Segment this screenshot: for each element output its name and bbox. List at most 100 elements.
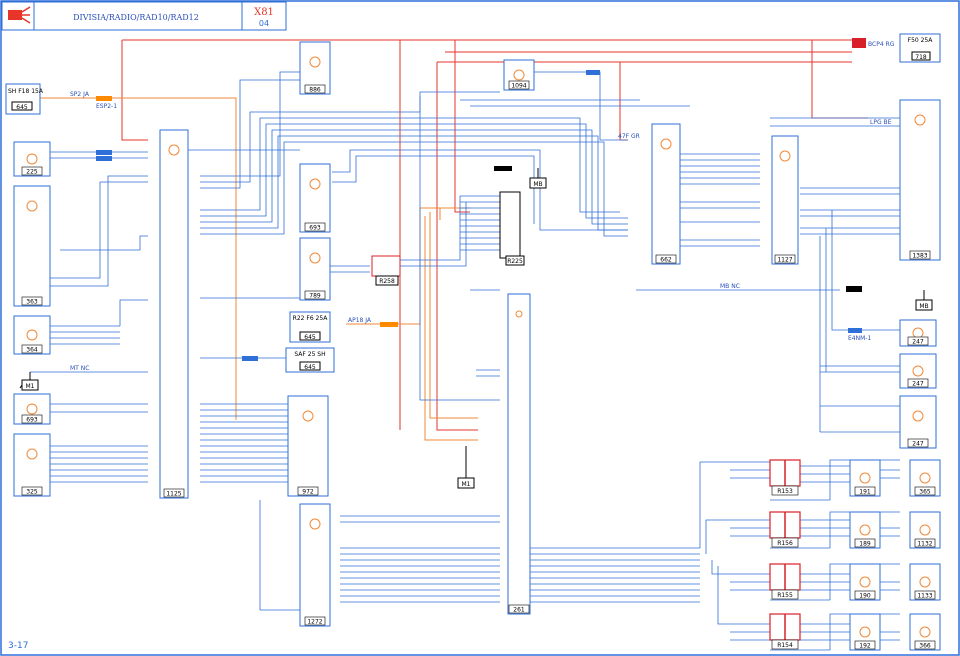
orange-connector-top [96, 96, 112, 101]
svg-text:SAF 25 SH: SAF 25 SH [294, 351, 325, 358]
component-247: 247 [899, 395, 937, 449]
component-363: 363 [13, 185, 51, 307]
component-1125: 1125 [159, 129, 189, 499]
diagram-frame [0, 0, 960, 656]
blue-connector-3 [242, 356, 258, 361]
svg-text:645: 645 [304, 364, 316, 371]
component-number: 247 [912, 441, 924, 448]
red-connector-block [852, 38, 866, 48]
component-1133: 1133 [909, 563, 941, 601]
component-number: 693 [309, 225, 321, 232]
black-connector-2 [846, 286, 862, 292]
component-365: 365 [909, 459, 941, 497]
component-190: 190 [849, 563, 881, 601]
wire-label-47f: 47F GR [618, 133, 640, 140]
svg-text:R22 F6 25A: R22 F6 25A [293, 315, 329, 322]
svg-text:R258: R258 [379, 278, 395, 285]
svg-text:MB: MB [533, 181, 542, 188]
component-261: 261 [507, 293, 531, 615]
connector-label: R155 [777, 592, 793, 599]
component-1132: 1132 [909, 511, 941, 549]
component-number: 247 [912, 381, 924, 388]
component-number: 364 [26, 347, 38, 354]
component-number: 192 [859, 643, 871, 650]
svg-text:M1: M1 [26, 383, 35, 390]
wire-label-mb: MB NC [720, 283, 740, 290]
component-number: 662 [660, 257, 672, 264]
component-366: 366 [909, 613, 941, 651]
wire-label-lpg: LPG BE [870, 119, 892, 126]
component-number: 366 [919, 643, 931, 650]
svg-text:SH F18 15A: SH F18 15A [8, 88, 44, 95]
component-number: 972 [302, 489, 314, 496]
svg-text:718: 718 [915, 54, 927, 61]
component-1383: 1383 [899, 99, 941, 261]
component-693: 693 [299, 163, 331, 233]
svg-text:645: 645 [304, 334, 316, 341]
svg-text:R225: R225 [507, 258, 523, 265]
diagram-revision: 04 [259, 19, 269, 28]
fuse-718: F50 25A 718 [899, 33, 941, 63]
diagram-code: X81 [254, 7, 274, 18]
component-number: 247 [912, 339, 924, 346]
connector-label: R154 [777, 642, 793, 649]
component-number: 190 [859, 593, 871, 600]
component-1094: 1094 [503, 59, 535, 91]
component-225: 225 [13, 141, 51, 177]
connector-r156: R156 [769, 511, 801, 548]
connector-r153: R153 [769, 459, 801, 496]
fuse-645-top: SH F18 15A 645 [5, 83, 44, 115]
component-1272: 1272 [299, 503, 331, 627]
component-192: 192 [849, 613, 881, 651]
component-number: 693 [26, 417, 38, 424]
blue-connector-5 [848, 328, 862, 333]
black-connector-1 [494, 166, 512, 171]
wire-label-ap18: AP18 JA [348, 317, 372, 324]
component-number: 1125 [166, 491, 181, 498]
svg-text:M1: M1 [462, 481, 471, 488]
component-789: 789 [299, 237, 331, 301]
component-886: 886 [299, 41, 331, 95]
svg-text:645: 645 [16, 104, 28, 111]
wire-label-mt: MT NC [70, 365, 89, 372]
component-number: 1132 [917, 541, 932, 548]
component-364: 364 [13, 315, 51, 355]
component-1127: 1127 [771, 135, 799, 265]
connector-r258: R258 [371, 255, 401, 286]
component-number: 189 [859, 541, 871, 548]
blue-connector-2 [96, 156, 112, 161]
wire-label-ep2: ESP2-1 [96, 103, 117, 110]
fuse-645-bottom: SAF 25 SH 645 [285, 347, 335, 373]
component-247: 247 [899, 319, 937, 347]
component-number: 1272 [307, 619, 322, 626]
component-189: 189 [849, 511, 881, 549]
connector-r225: R225 [499, 191, 525, 266]
component-191: 191 [849, 459, 881, 497]
connector-r154: R154 [769, 613, 801, 650]
component-number: 363 [26, 299, 38, 306]
component-number: 225 [26, 169, 38, 176]
blue-connector-4 [586, 70, 600, 75]
wire-label-bcp4: BCP4 RG [868, 41, 895, 48]
component-number: 191 [859, 489, 871, 496]
svg-text:MB: MB [919, 303, 928, 310]
connector-label: R153 [777, 488, 793, 495]
component-number: 325 [26, 489, 38, 496]
component-number: 261 [513, 607, 525, 614]
component-662: 662 [651, 123, 681, 265]
fuse-645-mid: R22 F6 25A 645 [289, 311, 331, 343]
component-number: 886 [309, 87, 321, 94]
component-number: 789 [309, 293, 321, 300]
page-reference: 3-17 [8, 641, 28, 651]
diagram-title: DIVISIA/RADIO/RAD10/RAD12 [73, 13, 199, 22]
component-693: 693 [13, 393, 51, 425]
connector-r155: R155 [769, 563, 801, 600]
wire-label-sp2: SP2 JA [70, 91, 90, 98]
component-number: 1133 [917, 593, 932, 600]
wire-label-e4m: E4NM-1 [848, 335, 871, 342]
component-number: 1094 [511, 83, 526, 90]
component-number: 365 [919, 489, 931, 496]
connector-label: R156 [777, 540, 793, 547]
orange-connector-mid [380, 322, 398, 327]
component-972: 972 [287, 395, 329, 497]
